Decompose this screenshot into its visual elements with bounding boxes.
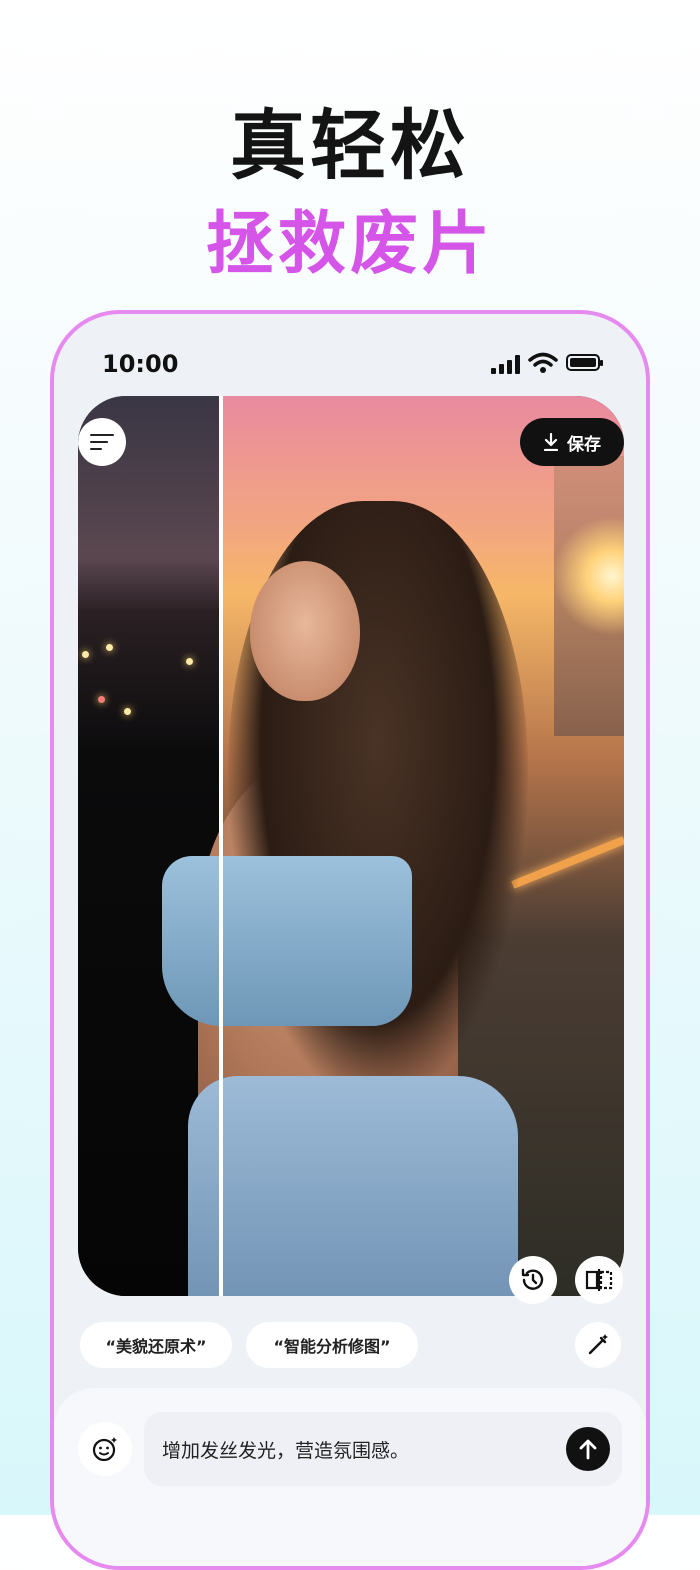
status-bar: 10:00 — [54, 314, 646, 394]
signal-icon — [491, 354, 523, 374]
headline-subtitle: 拯救废片 — [205, 205, 494, 284]
suggestion-label: “智能分析修图” — [273, 1337, 391, 1356]
suggestion-chip[interactable]: “美貌还原术” — [80, 1322, 232, 1368]
suggestion-label: “美貌还原术” — [105, 1337, 207, 1356]
railing — [511, 836, 624, 889]
phone-frame: 10:00 保存 “美貌还原术” “智能分析修图” 增加发丝发光，营造氛围感。 — [50, 310, 650, 1570]
history-icon — [521, 1268, 544, 1290]
battery-icon — [566, 354, 603, 371]
sparkle-face-icon — [92, 1437, 117, 1462]
send-button[interactable] — [566, 1427, 610, 1471]
compare-icon — [585, 1269, 613, 1291]
magic-button[interactable] — [575, 1322, 621, 1368]
emoji-button[interactable] — [78, 1422, 132, 1476]
arrow-up-icon — [579, 1439, 597, 1460]
headline-title: 真轻松 — [230, 101, 470, 190]
suggestion-chip[interactable]: “智能分析修图” — [246, 1322, 418, 1368]
portrait-face — [250, 561, 360, 701]
status-time: 10:00 — [102, 350, 179, 378]
wifi-icon — [528, 352, 558, 373]
magic-wand-icon — [588, 1334, 608, 1355]
compare-divider-handle[interactable] — [219, 396, 223, 1296]
prompt-input[interactable]: 增加发丝发光，营造氛围感。 — [144, 1412, 622, 1486]
photo-compare-view[interactable]: 保存 — [78, 396, 624, 1296]
save-button[interactable]: 保存 — [520, 418, 624, 466]
portrait-top — [162, 856, 412, 1026]
compare-button[interactable] — [575, 1256, 623, 1304]
portrait-jeans — [188, 1076, 518, 1296]
history-button[interactable] — [509, 1256, 557, 1304]
save-label: 保存 — [567, 434, 601, 455]
prompt-panel: 增加发丝发光，营造氛围感。 — [54, 1388, 646, 1566]
download-icon — [543, 433, 559, 451]
prompt-text: 增加发丝发光，营造氛围感。 — [162, 1439, 410, 1462]
menu-button[interactable] — [78, 418, 126, 466]
